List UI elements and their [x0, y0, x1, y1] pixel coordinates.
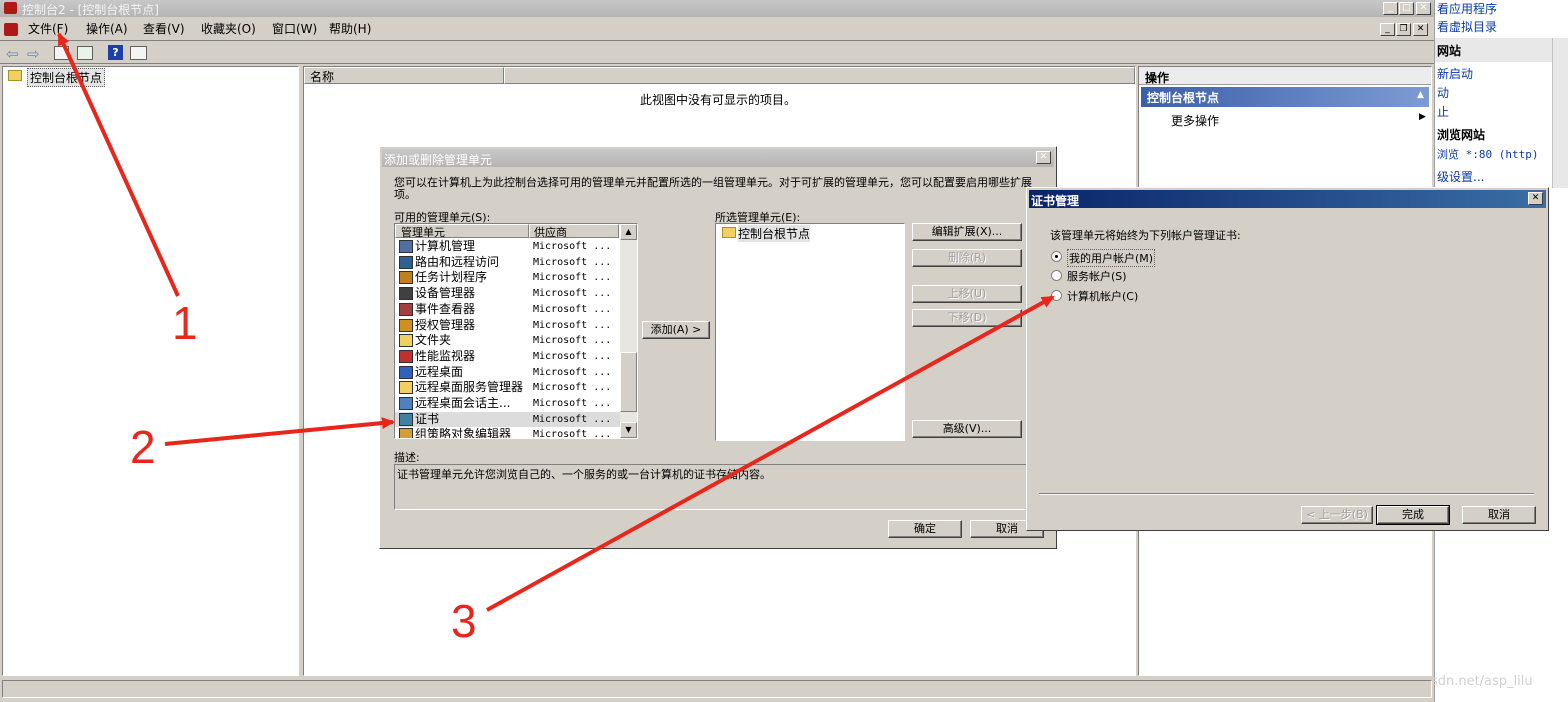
annotation-step-1: 1 — [172, 297, 198, 349]
annotation-arrows — [57, 32, 1055, 612]
arrow-2 — [164, 417, 395, 446]
annotation-step-3: 3 — [451, 595, 477, 647]
annotation-step-2: 2 — [130, 421, 156, 473]
arrow-3 — [486, 295, 1055, 612]
arrow-1 — [57, 32, 180, 297]
